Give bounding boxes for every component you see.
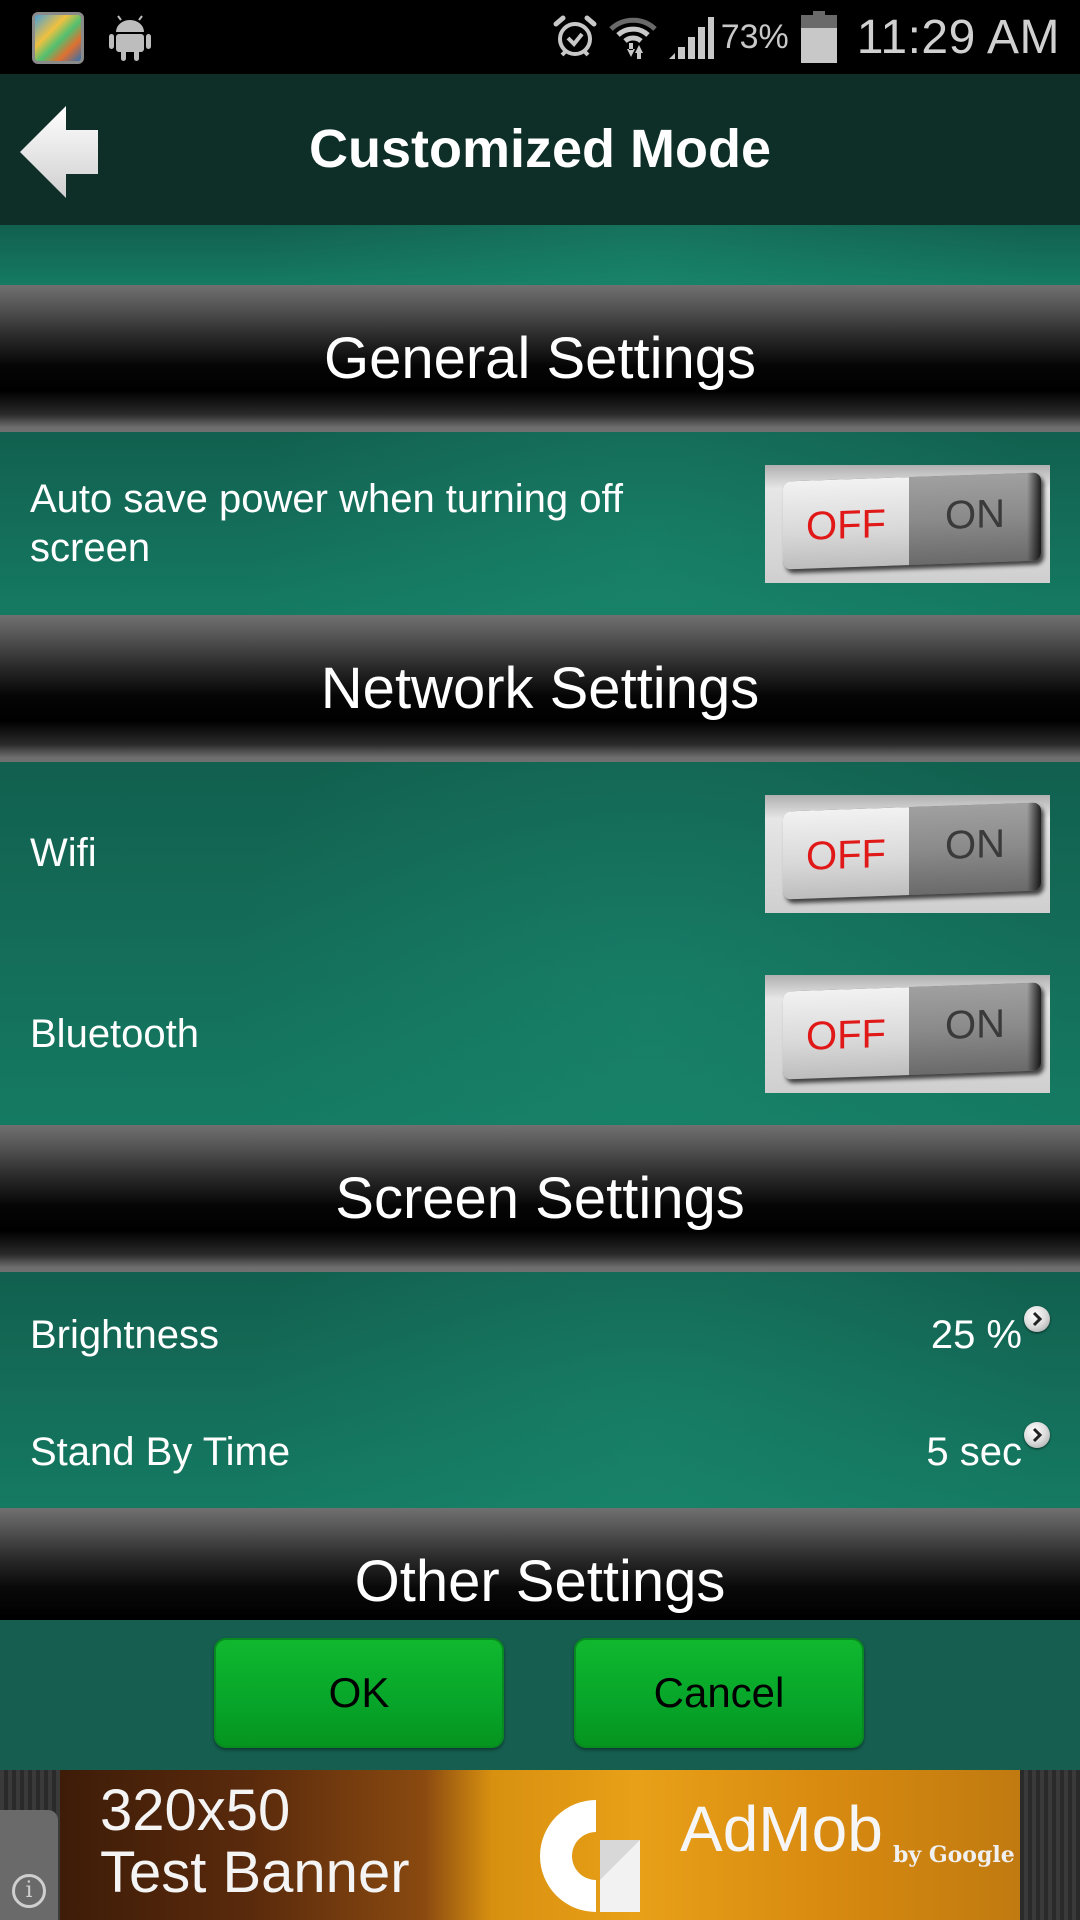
ad-label-text: Test Banner bbox=[100, 1840, 410, 1905]
battery-percent: 73% bbox=[720, 17, 789, 56]
app-launcher-icon bbox=[32, 12, 84, 64]
clock-time: 11:29 AM bbox=[856, 10, 1060, 64]
auto-save-power-toggle[interactable]: OFF ON bbox=[765, 465, 1050, 583]
ad-info-tab[interactable]: i bbox=[0, 1810, 58, 1920]
ad-size-text: 320x50 bbox=[100, 1778, 291, 1843]
setting-label: Brightness bbox=[30, 1313, 219, 1357]
toggle-off-label: OFF bbox=[783, 987, 909, 1080]
toggle-shadow bbox=[1027, 472, 1041, 561]
ad-brand: AdMob bbox=[680, 1793, 883, 1865]
setting-label: Wifi bbox=[30, 830, 97, 875]
section-header-other: Other Settings bbox=[0, 1508, 1080, 1620]
toggle-shadow bbox=[1027, 982, 1041, 1071]
section-title: General Settings bbox=[323, 326, 757, 391]
section-header-network: Network Settings bbox=[0, 615, 1080, 762]
wifi-data-icon bbox=[608, 17, 657, 59]
ad-by-google: by Google bbox=[893, 1842, 1015, 1868]
general-settings-panel: Auto save power when turning off screen … bbox=[0, 432, 1080, 615]
network-settings-panel: Wifi OFF ON Bluetooth OFF ON bbox=[0, 762, 1080, 1125]
section-title: Screen Settings bbox=[335, 1166, 745, 1231]
ok-button[interactable]: OK bbox=[214, 1638, 504, 1748]
admob-logo-icon bbox=[540, 1800, 640, 1912]
android-icon bbox=[109, 15, 151, 61]
status-bar: 73% 11:29 AM bbox=[0, 0, 1080, 74]
chevron-right-icon bbox=[1024, 1306, 1050, 1332]
setting-row-wifi: Wifi OFF ON bbox=[0, 762, 1080, 944]
setting-row-auto-save-power: Auto save power when turning off screen … bbox=[0, 432, 1080, 615]
toggle-on-label: ON bbox=[909, 802, 1041, 896]
toggle-body: OFF ON bbox=[783, 982, 1041, 1080]
bluetooth-toggle[interactable]: OFF ON bbox=[765, 975, 1050, 1093]
info-icon: i bbox=[12, 1874, 46, 1908]
wifi-toggle[interactable]: OFF ON bbox=[765, 795, 1050, 913]
alarm-clock-icon bbox=[553, 15, 597, 57]
spacer bbox=[0, 225, 1080, 285]
ad-banner[interactable]: 320x50 Test Banner AdMob by Google bbox=[60, 1770, 1020, 1920]
action-bar: OK Cancel bbox=[0, 1620, 1080, 1770]
section-header-general: General Settings bbox=[0, 285, 1080, 432]
toggle-off-label: OFF bbox=[783, 807, 909, 900]
ad-text: 320x50 Test Banner bbox=[100, 1780, 410, 1904]
setting-row-stand-by-time[interactable]: Stand By Time 5 sec bbox=[0, 1398, 1080, 1508]
setting-row-brightness[interactable]: Brightness 25 % bbox=[0, 1272, 1080, 1398]
toggle-shadow bbox=[1027, 802, 1041, 891]
toggle-body: OFF ON bbox=[783, 802, 1041, 900]
stand-by-time-value: 5 sec bbox=[926, 1430, 1022, 1474]
screen-settings-panel: Brightness 25 % Stand By Time 5 sec bbox=[0, 1272, 1080, 1508]
section-header-screen: Screen Settings bbox=[0, 1125, 1080, 1272]
setting-label: Stand By Time bbox=[30, 1430, 291, 1474]
setting-label: Auto save power when turning off screen bbox=[30, 476, 623, 570]
section-title: Network Settings bbox=[320, 656, 760, 721]
chevron-right-icon bbox=[1024, 1422, 1050, 1448]
title-bar: Customized Mode bbox=[0, 74, 1080, 225]
toggle-on-label: ON bbox=[909, 472, 1041, 566]
toggle-on-label: ON bbox=[909, 982, 1041, 1076]
setting-label: Bluetooth bbox=[30, 1012, 200, 1056]
toggle-off-label: OFF bbox=[783, 477, 909, 570]
battery-icon bbox=[800, 11, 837, 63]
toggle-body: OFF ON bbox=[783, 472, 1041, 570]
page-title: Customized Mode bbox=[308, 119, 771, 179]
setting-row-bluetooth: Bluetooth OFF ON bbox=[0, 944, 1080, 1125]
brightness-value: 25 % bbox=[930, 1313, 1022, 1357]
cancel-button[interactable]: Cancel bbox=[574, 1638, 864, 1748]
signal-strength-icon bbox=[668, 17, 714, 59]
